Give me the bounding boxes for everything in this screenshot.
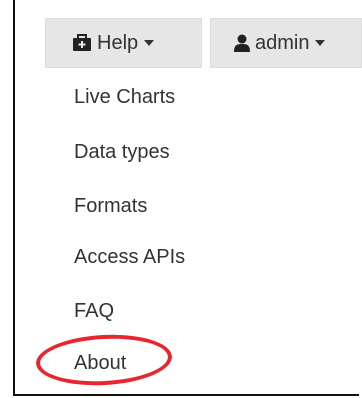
admin-dropdown-button[interactable]: admin (210, 18, 362, 68)
medkit-icon (72, 34, 92, 52)
help-dropdown-button[interactable]: Help (45, 18, 202, 68)
menu-item-data-types[interactable]: Data types (74, 141, 170, 164)
caret-down-icon (144, 40, 155, 46)
menu-item-formats[interactable]: Formats (74, 195, 147, 218)
admin-button-label: admin (255, 31, 310, 54)
user-icon (234, 34, 250, 52)
caret-down-icon (315, 40, 326, 46)
menu-item-access-apis[interactable]: Access APIs (74, 246, 185, 269)
menu-item-live-charts[interactable]: Live Charts (74, 86, 175, 109)
help-button-label: Help (97, 31, 139, 54)
menu-item-faq[interactable]: FAQ (74, 300, 114, 323)
menu-item-about[interactable]: About (74, 352, 126, 375)
